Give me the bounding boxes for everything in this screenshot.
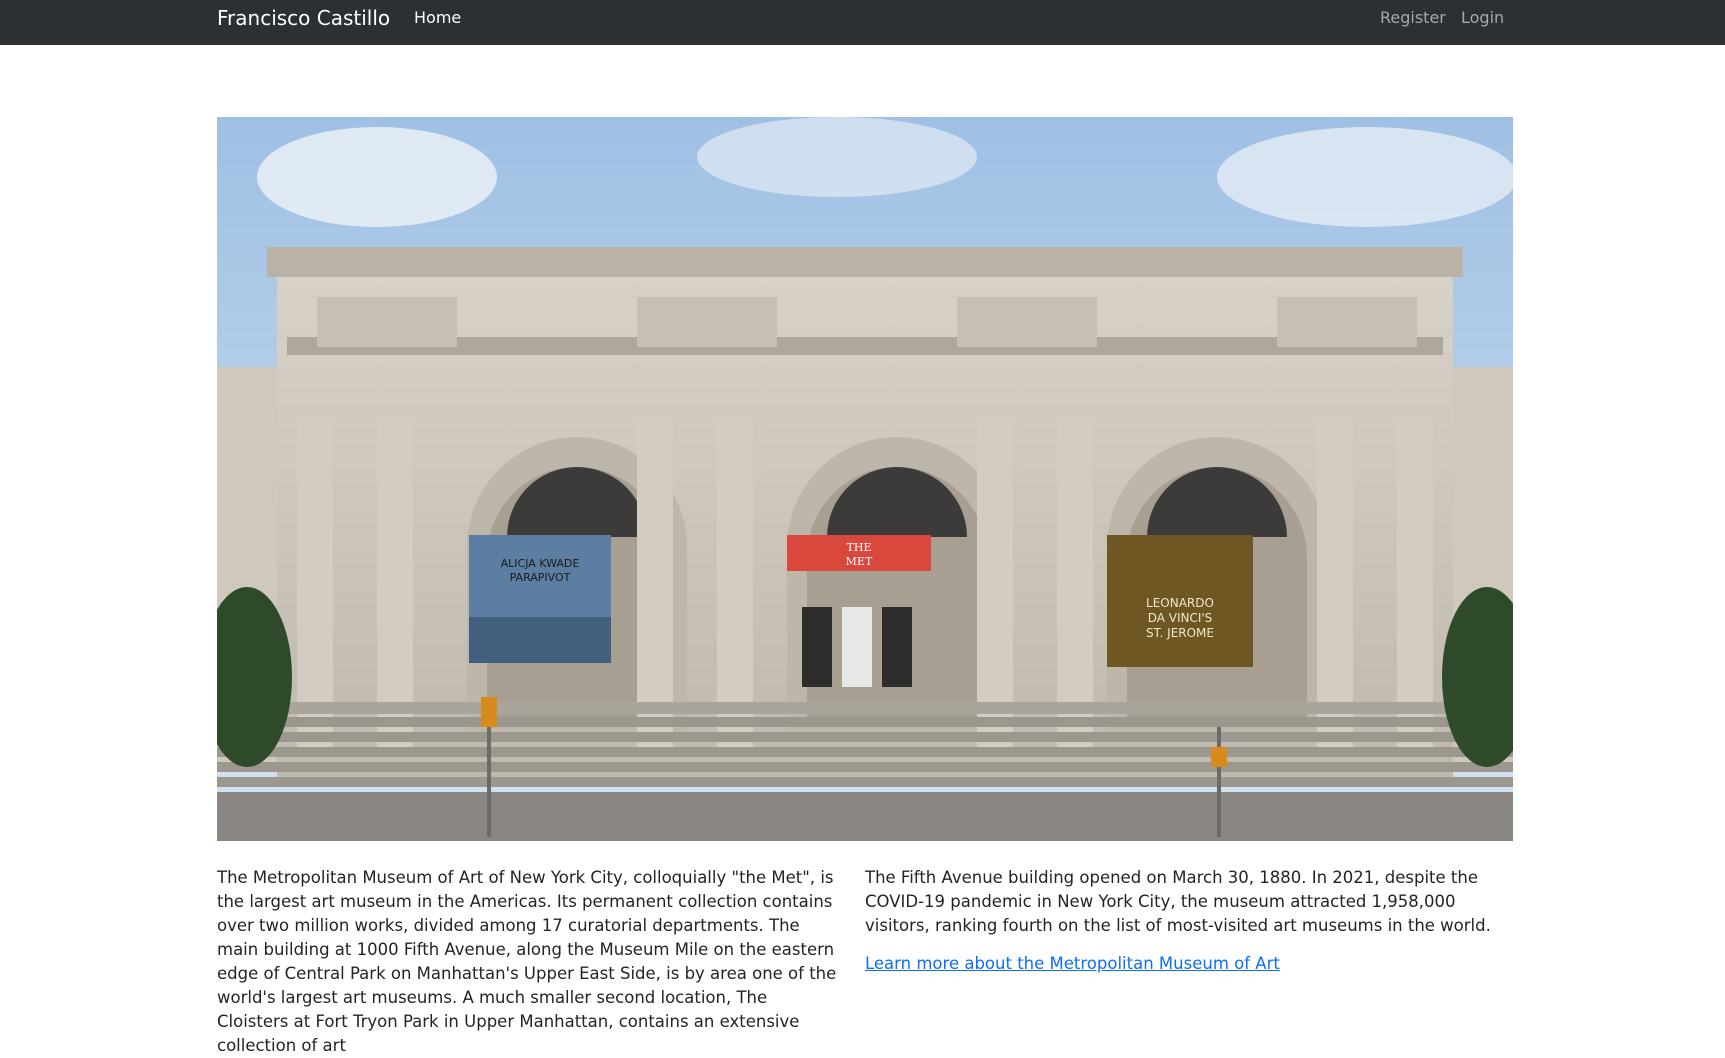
banner-center-line2: MET	[846, 555, 873, 568]
top-navbar: Francisco Castillo Home Register Login	[0, 0, 1725, 45]
learn-more-link[interactable]: Learn more about the Metropolitan Museum…	[865, 952, 1280, 976]
banner-right-line2: DA VINCI'S	[1148, 611, 1213, 625]
brand-link[interactable]: Francisco Castillo	[217, 5, 390, 31]
intro-paragraph: The Metropolitan Museum of Art of New Yo…	[217, 868, 837, 1055]
museum-facade-illustration: ALICJA KWADE PARAPIVOT THE MET LEONARDO …	[217, 117, 1513, 841]
nav-home-link[interactable]: Home	[414, 7, 461, 29]
banner-center-line1: THE	[847, 541, 872, 554]
banner-right-line3: ST. JEROME	[1146, 626, 1214, 640]
banner-left-line2: PARAPIVOT	[510, 571, 571, 584]
banner-left-line1: ALICJA KWADE	[501, 557, 580, 570]
hero-image: ALICJA KWADE PARAPIVOT THE MET LEONARDO …	[217, 117, 1513, 841]
banner-right-line1: LEONARDO	[1146, 596, 1214, 610]
nav-login-link[interactable]: Login	[1461, 7, 1504, 29]
nav-register-link[interactable]: Register	[1380, 7, 1446, 29]
history-paragraph: The Fifth Avenue building opened on Marc…	[865, 868, 1491, 935]
